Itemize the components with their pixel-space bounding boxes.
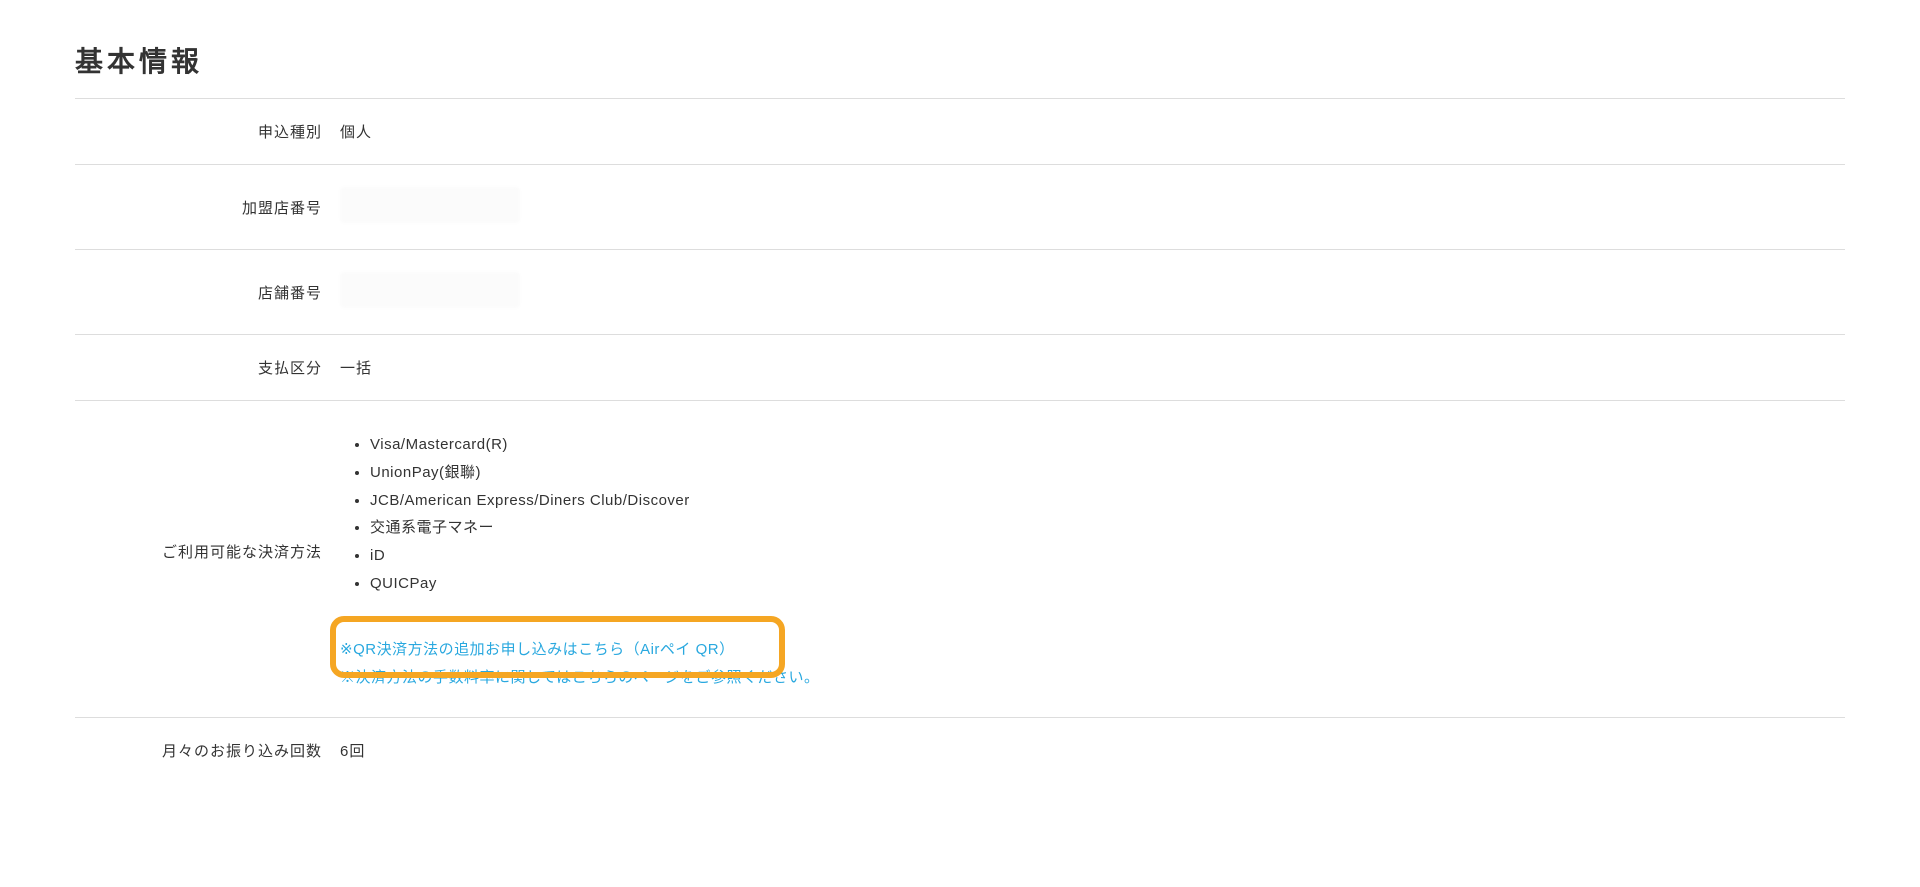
- value-store-number: [340, 272, 1845, 312]
- row-merchant-number: 加盟店番号: [75, 165, 1845, 250]
- link-qr-application[interactable]: ※QR決済方法の追加お申し込みはこちら（Airペイ QR）: [340, 636, 1845, 665]
- label-store-number: 店舗番号: [75, 282, 340, 303]
- label-transfer-count: 月々のお振り込み回数: [75, 740, 340, 761]
- basic-info-table: 申込種別 個人 加盟店番号 店舗番号 支払区分 一括 ご利用可能な決済方法 Vi…: [75, 99, 1845, 783]
- row-payment-category: 支払区分 一括: [75, 335, 1845, 401]
- list-item: iD: [370, 542, 1845, 570]
- label-payment-category: 支払区分: [75, 357, 340, 378]
- row-payment-methods: ご利用可能な決済方法 Visa/Mastercard(R) UnionPay(銀…: [75, 401, 1845, 718]
- list-item: 交通系電子マネー: [370, 514, 1845, 542]
- label-merchant-number: 加盟店番号: [75, 197, 340, 218]
- value-transfer-count: 6回: [340, 740, 1845, 761]
- list-item: QUICPay: [370, 570, 1845, 598]
- value-application-type: 個人: [340, 121, 1845, 142]
- redacted-value: [340, 272, 520, 308]
- list-item: UnionPay(銀聯): [370, 459, 1845, 487]
- list-item: Visa/Mastercard(R): [370, 431, 1845, 459]
- value-payment-category: 一括: [340, 357, 1845, 378]
- section-title: 基本情報: [75, 40, 1845, 99]
- row-store-number: 店舗番号: [75, 250, 1845, 335]
- redacted-value: [340, 187, 520, 223]
- list-item: JCB/American Express/Diners Club/Discove…: [370, 487, 1845, 515]
- row-transfer-count: 月々のお振り込み回数 6回: [75, 718, 1845, 783]
- value-payment-methods: Visa/Mastercard(R) UnionPay(銀聯) JCB/Amer…: [340, 431, 1845, 693]
- label-application-type: 申込種別: [75, 121, 340, 142]
- payment-method-list: Visa/Mastercard(R) UnionPay(銀聯) JCB/Amer…: [340, 431, 1845, 598]
- link-fee-info[interactable]: ※決済方法の手数料率に関してはこちらのページをご参照ください。: [340, 664, 1845, 693]
- row-application-type: 申込種別 個人: [75, 99, 1845, 165]
- value-merchant-number: [340, 187, 1845, 227]
- label-payment-methods: ご利用可能な決済方法: [75, 431, 340, 562]
- links-block: ※QR決済方法の追加お申し込みはこちら（Airペイ QR） ※決済方法の手数料率…: [340, 636, 1845, 693]
